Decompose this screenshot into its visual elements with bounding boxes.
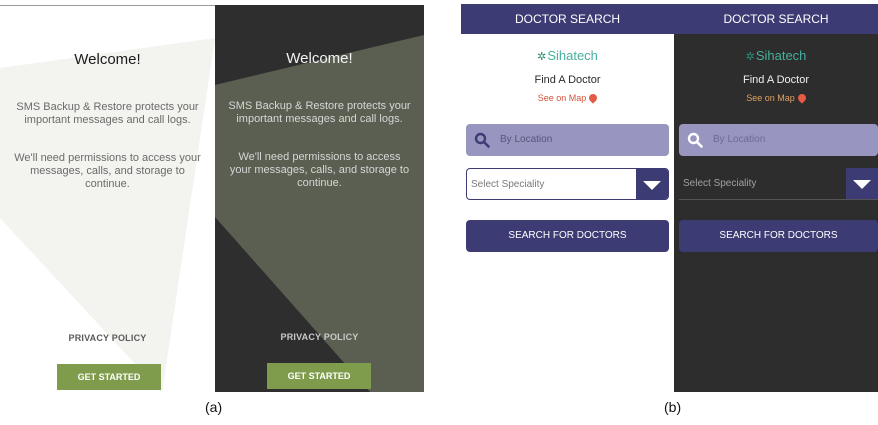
see-on-map-link[interactable]: See on Map [461, 92, 674, 104]
doctor-dark-screen: DOCTOR SEARCH ✲Sihatech Find A Doctor Se… [674, 4, 878, 392]
dropdown-arrow-icon [853, 180, 871, 189]
see-on-map-label[interactable]: See on Map [746, 93, 795, 103]
sihatech-leaf-icon: ✲ [537, 51, 547, 63]
welcome-title: Welcome! [74, 51, 141, 68]
search-for-doctors-button[interactable]: SEARCH FOR DOCTORS [466, 220, 669, 252]
dropdown-arrow-icon [643, 181, 661, 190]
speciality-select[interactable]: Select Speciality [466, 168, 669, 200]
map-pin-icon [587, 92, 599, 104]
speciality-placeholder: Select Speciality [471, 179, 545, 190]
map-pin-icon [796, 92, 808, 104]
location-placeholder: By Location [500, 134, 553, 145]
get-started-button[interactable]: GET STARTED [267, 363, 371, 389]
logo-text: Sihatech [547, 48, 598, 63]
search-icon [687, 132, 703, 148]
app-header: DOCTOR SEARCH [674, 4, 878, 34]
see-on-map-label[interactable]: See on Map [538, 93, 587, 103]
intro-text: SMS Backup & Restore protects your impor… [16, 101, 199, 126]
app-header: DOCTOR SEARCH [461, 4, 674, 34]
sms-light-screen: Welcome! SMS Backup & Restore protects y… [0, 5, 215, 392]
privacy-policy-link[interactable]: PRIVACY POLICY [0, 333, 215, 343]
speciality-select[interactable]: Select Speciality [679, 168, 878, 200]
dropdown-button[interactable] [636, 169, 668, 199]
search-icon [474, 132, 490, 148]
permissions-text: We'll need permissions to access your me… [229, 151, 410, 189]
doctor-light-screen: DOCTOR SEARCH ✲Sihatech Find A Doctor Se… [461, 4, 674, 392]
find-doctor-label: Find A Doctor [534, 74, 601, 86]
sms-dark-screen: Welcome! SMS Backup & Restore protects y… [215, 5, 424, 392]
search-for-doctors-button[interactable]: SEARCH FOR DOCTORS [679, 220, 878, 252]
get-started-button[interactable]: GET STARTED [57, 364, 161, 390]
intro-text: SMS Backup & Restore protects your impor… [228, 100, 411, 125]
caption-a: (a) [205, 399, 223, 415]
logo-text: Sihatech [755, 48, 807, 63]
sihatech-leaf-icon: ✲ [745, 51, 755, 63]
speciality-placeholder: Select Speciality [683, 178, 757, 189]
brand-logo: ✲Sihatech [674, 48, 878, 63]
dropdown-button[interactable] [846, 168, 878, 199]
find-doctor-label: Find A Doctor [742, 74, 810, 86]
see-on-map-link[interactable]: See on Map [674, 92, 878, 104]
brand-logo: ✲Sihatech [461, 48, 674, 63]
location-placeholder: By Location [713, 134, 766, 145]
privacy-policy-link[interactable]: PRIVACY POLICY [215, 332, 424, 342]
permissions-text: We'll need permissions to access your me… [14, 152, 201, 190]
caption-b: (b) [664, 399, 682, 415]
location-search-field[interactable]: By Location [466, 124, 669, 156]
welcome-title: Welcome! [286, 50, 353, 67]
location-search-field[interactable]: By Location [679, 124, 878, 156]
